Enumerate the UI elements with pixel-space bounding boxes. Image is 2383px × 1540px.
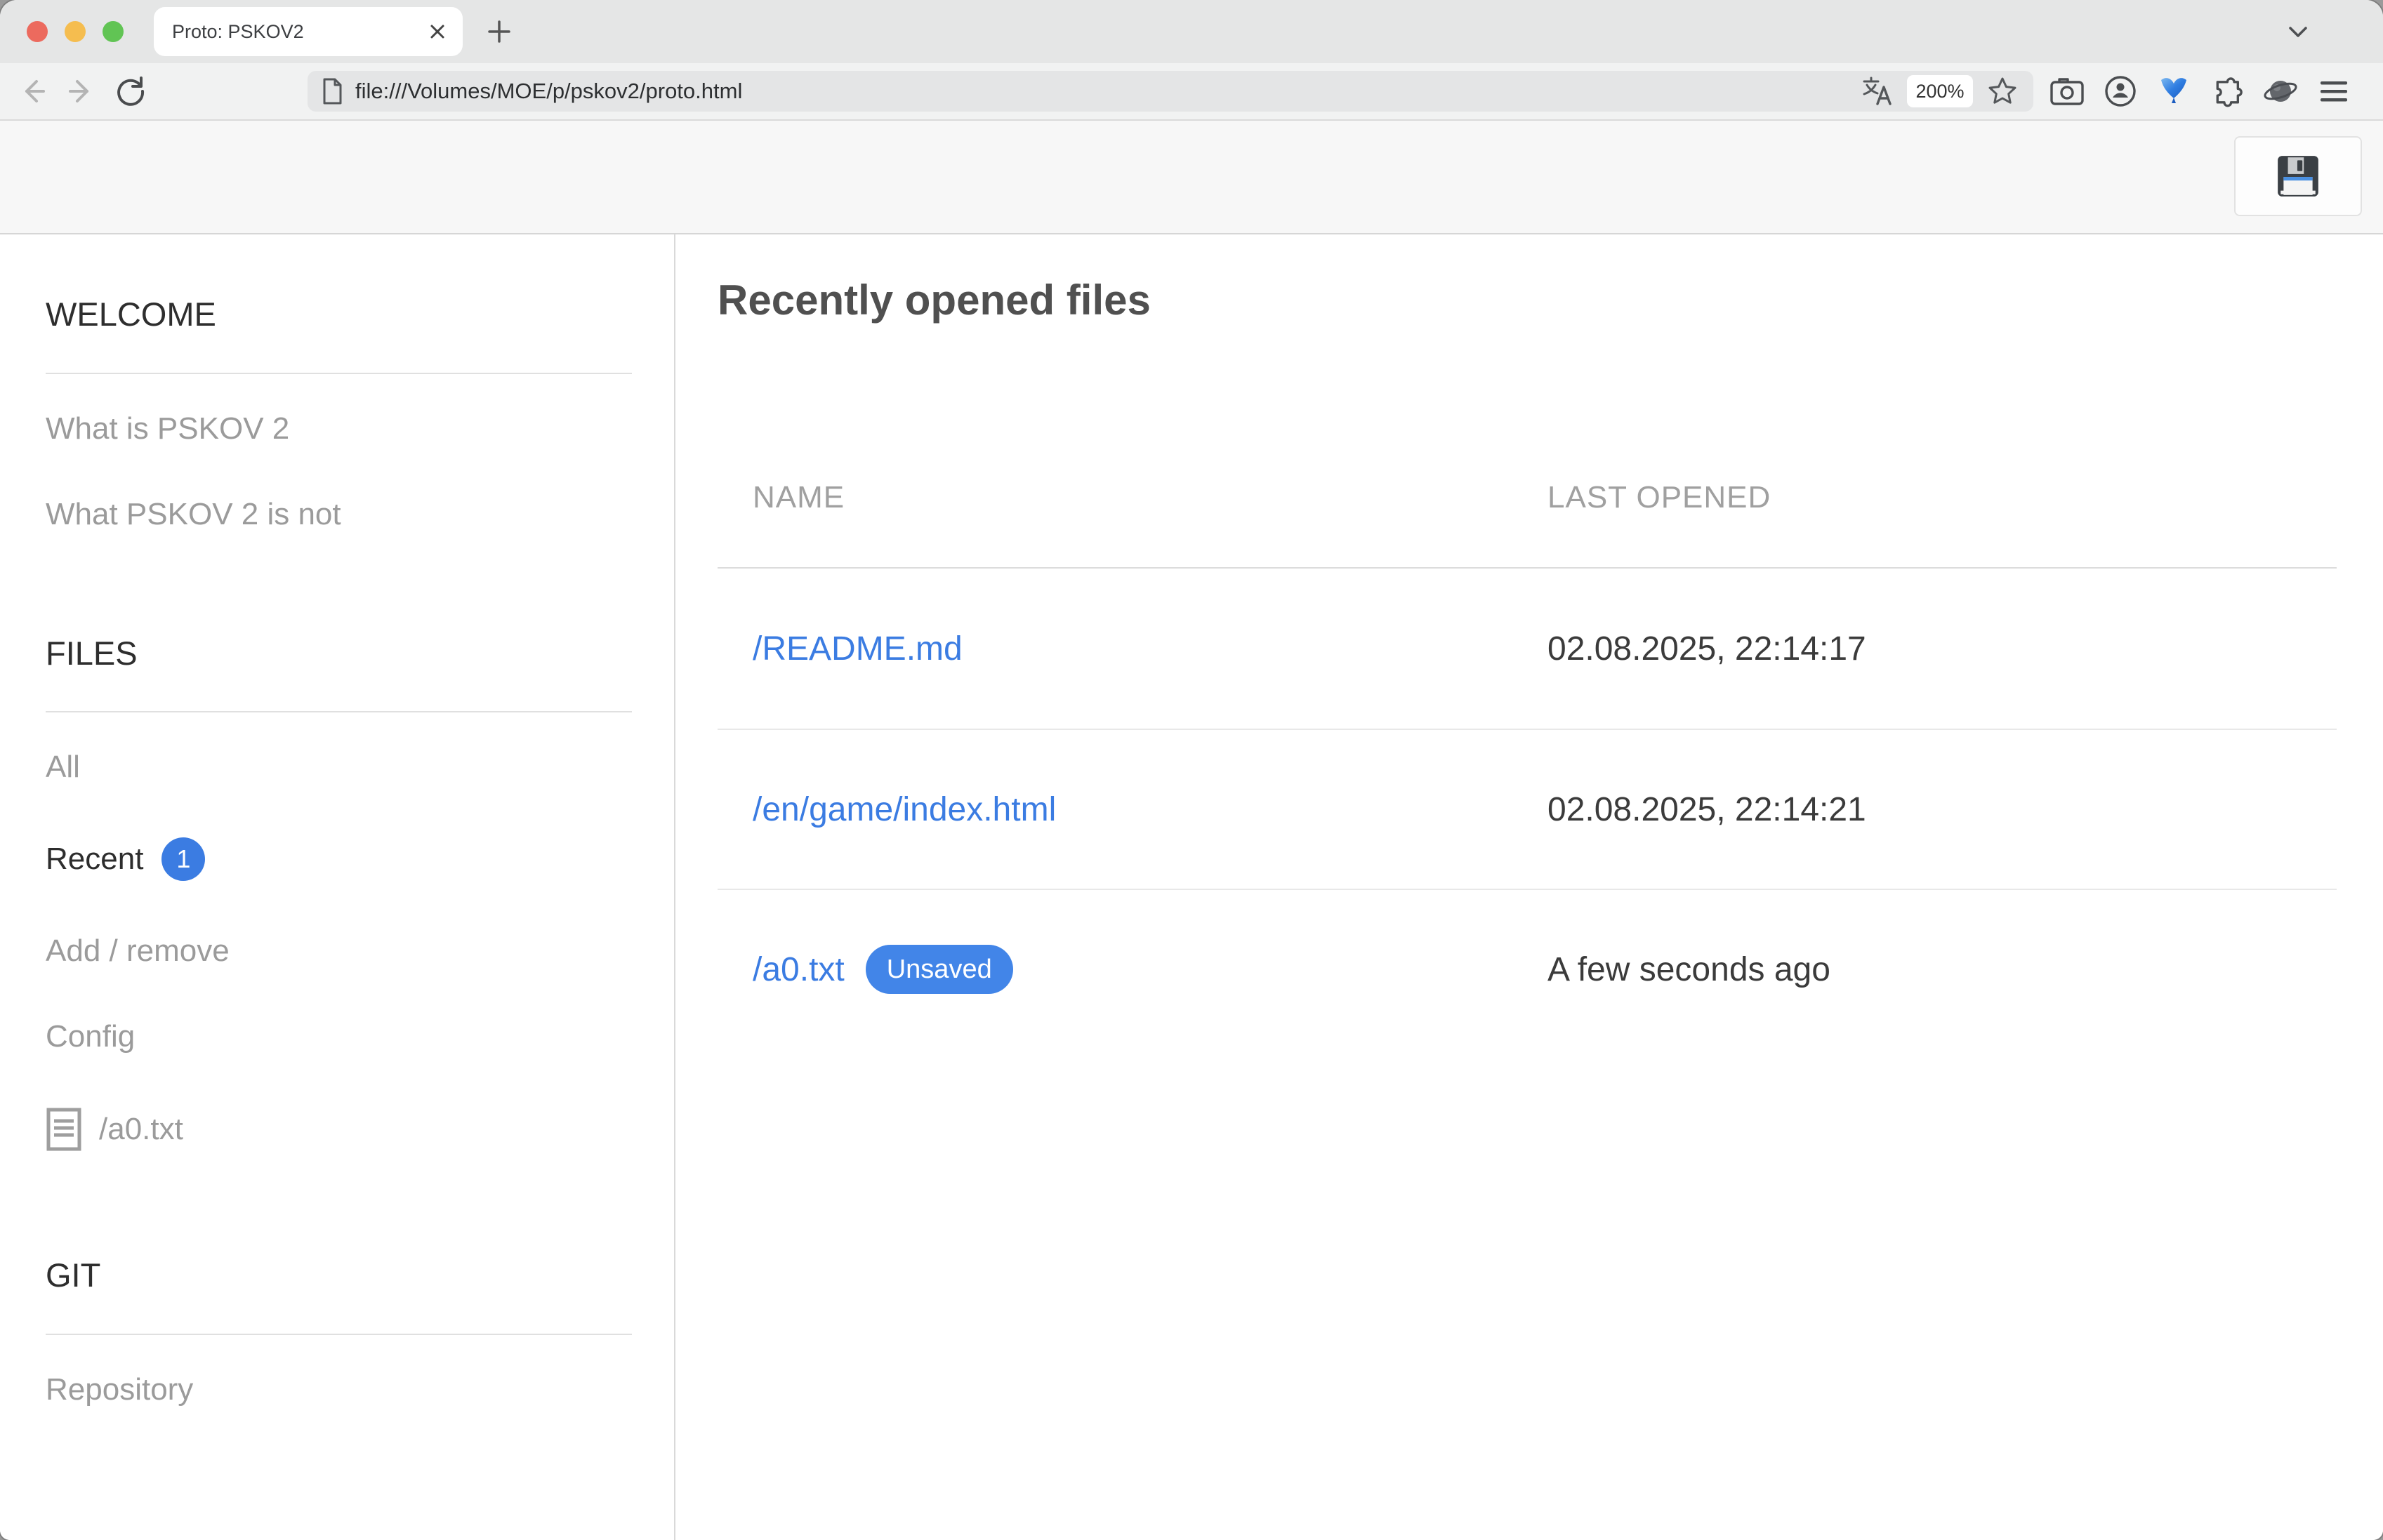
sidebar-item-add-remove[interactable]: Add / remove	[46, 936, 632, 967]
file-name-cell: /en/game/index.html	[753, 790, 1547, 829]
translate-button[interactable]	[1858, 72, 1897, 111]
sidebar-item-label: Repository	[46, 1374, 193, 1405]
column-header-last-opened: LAST OPENED	[1547, 480, 2337, 515]
bookmark-button[interactable]	[1983, 72, 2022, 111]
sidebar-list: Repository	[46, 1374, 632, 1405]
main-panel: Recently opened files NAME LAST OPENED /…	[675, 234, 2383, 1540]
column-header-name: NAME	[753, 480, 1547, 515]
page-icon	[320, 77, 344, 105]
sidebar-section-files: FILES All Recent 1 Add / remove Config	[46, 635, 632, 1153]
blue-kite-icon	[2158, 74, 2190, 108]
sidebar-section-title: GIT	[46, 1257, 632, 1294]
floppy-disk-icon	[2275, 153, 2321, 199]
sidebar-item-label: Add / remove	[46, 936, 230, 967]
extensions-button[interactable]	[2207, 72, 2247, 111]
extension-vpn-button[interactable]	[2154, 72, 2193, 111]
page-header-bar	[0, 121, 2383, 234]
sidebar-item-what-pskov2-is-not[interactable]: What PSKOV 2 is not	[46, 499, 632, 530]
divider	[46, 373, 632, 374]
file-link[interactable]: /en/game/index.html	[753, 790, 1056, 829]
table-row: /README.md 02.08.2025, 22:14:17	[718, 569, 2337, 729]
forward-icon	[65, 74, 98, 108]
new-tab-button[interactable]	[483, 15, 515, 48]
back-icon	[15, 74, 49, 108]
page-content: WELCOME What is PSKOV 2 What PSKOV 2 is …	[0, 234, 2383, 1540]
hamburger-icon	[2318, 77, 2350, 105]
file-name-cell: /a0.txt Unsaved	[753, 945, 1547, 994]
last-opened-cell: 02.08.2025, 22:14:21	[1547, 790, 2337, 829]
window-controls	[27, 21, 124, 42]
menu-button[interactable]	[2314, 72, 2354, 111]
sidebar-item-label: All	[46, 752, 80, 783]
address-bar[interactable]: file:///Volumes/MOE/p/pskov2/proto.html …	[308, 71, 2033, 112]
puzzle-icon	[2210, 74, 2244, 108]
sidebar-list: All Recent 1 Add / remove Config	[46, 752, 632, 1152]
close-window-button[interactable]	[27, 21, 48, 42]
save-button[interactable]	[2234, 136, 2362, 216]
minimize-window-button[interactable]	[65, 21, 86, 42]
sidebar-section-git: GIT Repository	[46, 1257, 632, 1405]
sidebar-item-label: What is PSKOV 2	[46, 413, 289, 444]
zoom-level-indicator[interactable]: 200%	[1907, 75, 1973, 107]
sidebar-item-label: What PSKOV 2 is not	[46, 499, 341, 530]
back-button[interactable]	[13, 72, 52, 111]
last-opened-cell: A few seconds ago	[1547, 950, 2337, 989]
sidebar-item-label: Recent	[46, 844, 143, 875]
sidebar-section-title: WELCOME	[46, 296, 632, 333]
sidebar-section-welcome: WELCOME What is PSKOV 2 What PSKOV 2 is …	[46, 296, 632, 530]
browser-toolbar: file:///Volumes/MOE/p/pskov2/proto.html …	[0, 63, 2383, 121]
file-icon	[46, 1107, 82, 1152]
sidebar: WELCOME What is PSKOV 2 What PSKOV 2 is …	[0, 234, 675, 1540]
screenshot-button[interactable]	[2047, 72, 2087, 111]
page-title: Recently opened files	[718, 278, 2337, 323]
ringed-planet-icon	[2263, 74, 2298, 108]
sidebar-item-config[interactable]: Config	[46, 1021, 632, 1052]
sidebar-item-what-is-pskov2[interactable]: What is PSKOV 2	[46, 413, 632, 444]
tab-close-icon[interactable]	[428, 22, 447, 41]
url-text[interactable]: file:///Volumes/MOE/p/pskov2/proto.html	[355, 79, 1858, 104]
table-row: /a0.txt Unsaved A few seconds ago	[718, 889, 2337, 1049]
extension-planet-button[interactable]	[2261, 72, 2300, 111]
unsaved-badge: Unsaved	[866, 945, 1013, 994]
sidebar-item-recent[interactable]: Recent 1	[46, 837, 632, 881]
tab-list-button[interactable]	[2282, 15, 2314, 48]
file-link[interactable]: /README.md	[753, 630, 963, 668]
divider	[46, 711, 632, 712]
reload-button[interactable]	[111, 72, 150, 111]
camera-icon	[2049, 76, 2085, 107]
file-link[interactable]: /a0.txt	[753, 950, 845, 989]
forward-button[interactable]	[62, 72, 101, 111]
table-row: /en/game/index.html 02.08.2025, 22:14:21	[718, 729, 2337, 889]
sidebar-item-repository[interactable]: Repository	[46, 1374, 632, 1405]
sidebar-item-label: Config	[46, 1021, 135, 1052]
recent-count-badge: 1	[161, 837, 205, 881]
plus-icon	[485, 18, 513, 46]
star-icon	[1986, 75, 2019, 107]
sidebar-section-title: FILES	[46, 635, 632, 672]
sidebar-item-label: /a0.txt	[99, 1114, 183, 1145]
divider	[46, 1334, 632, 1335]
translate-icon	[1861, 75, 1894, 107]
tab-title: Proto: PSKOV2	[172, 21, 428, 43]
sidebar-item-all[interactable]: All	[46, 752, 632, 783]
profile-icon	[2104, 74, 2137, 108]
browser-tab[interactable]: Proto: PSKOV2	[154, 7, 463, 56]
sidebar-item-a0-txt[interactable]: /a0.txt	[46, 1107, 632, 1152]
table-header-row: NAME LAST OPENED	[718, 428, 2337, 569]
reload-icon	[113, 74, 148, 109]
profile-button[interactable]	[2101, 72, 2140, 111]
file-name-cell: /README.md	[753, 630, 1547, 668]
tab-strip: Proto: PSKOV2	[0, 0, 2383, 63]
recent-files-table: NAME LAST OPENED /README.md 02.08.2025, …	[718, 428, 2337, 1049]
chevron-down-icon	[2283, 17, 2313, 46]
sidebar-list: What is PSKOV 2 What PSKOV 2 is not	[46, 413, 632, 530]
last-opened-cell: 02.08.2025, 22:14:17	[1547, 630, 2337, 668]
fullscreen-window-button[interactable]	[103, 21, 124, 42]
browser-window: Proto: PSKOV2	[0, 0, 2383, 1540]
